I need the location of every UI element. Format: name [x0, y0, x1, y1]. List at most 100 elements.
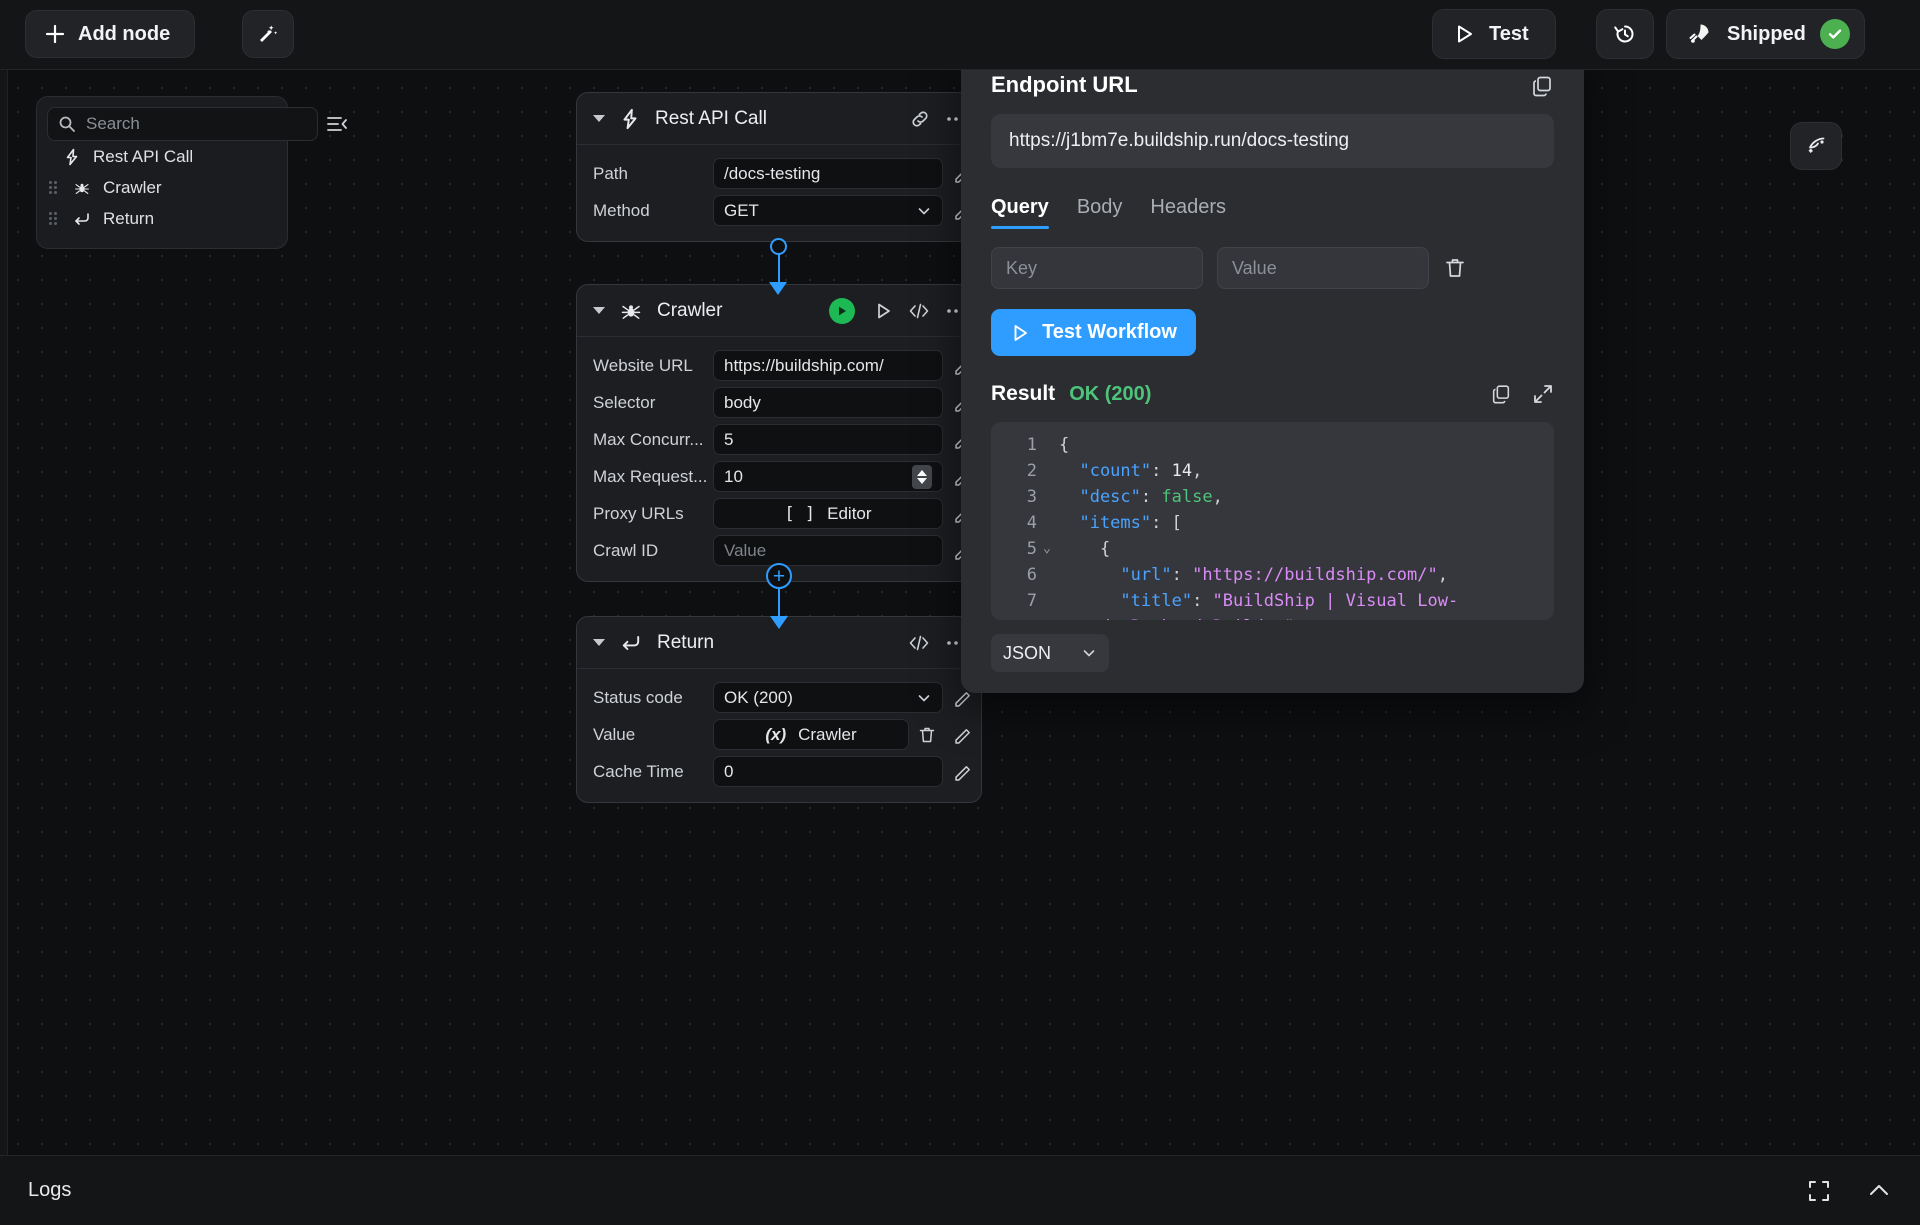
query-value-input[interactable]: Value — [1217, 247, 1429, 289]
code-icon[interactable] — [907, 301, 931, 321]
result-format-select[interactable]: JSON — [991, 634, 1109, 672]
status-code-select[interactable]: OK (200) — [713, 682, 943, 713]
search-input[interactable] — [86, 114, 307, 134]
line-number: 7 — [1026, 591, 1037, 611]
website-url-input[interactable]: https://buildship.com/ — [713, 350, 943, 381]
copy-icon[interactable] — [1490, 383, 1512, 405]
magic-wand-button[interactable] — [242, 10, 294, 58]
value-variable-chip[interactable]: (x) Crawler — [713, 719, 909, 750]
field-row-path: Path /docs-testing — [577, 155, 981, 192]
node-return[interactable]: Return Status code OK (200) Value (x) Cr… — [576, 616, 982, 803]
play-icon — [1010, 323, 1030, 343]
logs-bar: Logs — [0, 1155, 1920, 1225]
field-label: Method — [593, 200, 650, 220]
collapse-caret-icon[interactable] — [593, 307, 605, 314]
endpoint-test-panel: Endpoint URL https://j1bm7e.buildship.ru… — [961, 48, 1584, 693]
code-line: 1{ — [991, 432, 1554, 458]
quantity-stepper[interactable] — [912, 464, 932, 489]
palette-item-rest-api-call[interactable]: Rest API Call — [37, 141, 287, 172]
field-label: Cache Time — [593, 761, 684, 781]
drag-handle-icon[interactable] — [49, 212, 61, 225]
play-icon[interactable] — [873, 301, 893, 321]
collapse-caret-icon[interactable] — [593, 115, 605, 122]
shipped-button[interactable]: Shipped — [1666, 9, 1865, 59]
edit-pencil-icon[interactable] — [945, 719, 981, 750]
crawl-id-input[interactable]: Value — [713, 535, 943, 566]
selector-input[interactable]: body — [713, 387, 943, 418]
add-node-inline-button[interactable]: + — [766, 563, 792, 589]
max-concurrency-input[interactable]: 5 — [713, 424, 943, 455]
result-label: Result — [991, 382, 1056, 405]
add-node-label: Add node — [78, 22, 171, 45]
run-green-icon[interactable] — [829, 297, 855, 324]
search-icon — [58, 115, 76, 133]
palette-item-label: Return — [103, 208, 155, 228]
method-select[interactable]: GET — [713, 195, 943, 226]
lightning-bolt-icon — [619, 108, 641, 130]
query-key-input[interactable]: Key — [991, 247, 1203, 289]
test-workflow-button[interactable]: Test Workflow — [991, 309, 1196, 356]
code-text: "items": [ — [1059, 513, 1182, 533]
line-number: 2 — [1026, 461, 1037, 481]
palette-item-return[interactable]: Return — [37, 203, 287, 234]
max-requests-input[interactable]: 10 — [713, 461, 943, 492]
node-body: Website URL https://buildship.com/ Selec… — [577, 337, 981, 581]
chevron-down-icon — [916, 690, 932, 706]
delete-value-button[interactable] — [909, 719, 945, 750]
path-input[interactable]: /docs-testing — [713, 158, 943, 189]
history-button[interactable] — [1596, 9, 1654, 59]
trash-icon[interactable] — [1443, 256, 1467, 280]
tab-body[interactable]: Body — [1077, 196, 1123, 229]
palette-item-crawler[interactable]: Crawler — [37, 172, 287, 203]
chevron-up-icon[interactable] — [1866, 1178, 1892, 1204]
result-actions — [1490, 383, 1554, 405]
link-icon[interactable] — [909, 108, 931, 130]
connector-arrow-icon — [769, 282, 787, 295]
top-toolbar: Add node Test Shipped — [0, 0, 1920, 70]
collapse-list-icon[interactable] — [326, 114, 348, 134]
tab-headers[interactable]: Headers — [1150, 196, 1226, 229]
field-row-cache-time: Cache Time 0 — [577, 753, 981, 790]
field-row-max-requests: Max Request... 10 — [577, 458, 981, 495]
cache-time-input[interactable]: 0 — [713, 756, 943, 787]
code-text: { — [1059, 435, 1070, 455]
chevron-down-icon — [916, 203, 932, 219]
drag-handle-icon[interactable] — [49, 181, 61, 194]
code-text: { — [1059, 539, 1111, 559]
code-line: 3 "desc": false, — [991, 484, 1554, 510]
fullscreen-icon[interactable] — [1806, 1178, 1832, 1204]
test-workflow-label: Test Workflow — [1042, 321, 1177, 343]
line-number: 1 — [1026, 435, 1037, 455]
code-icon[interactable] — [907, 633, 931, 653]
node-crawler[interactable]: Crawler Website URL https://buildship.co… — [576, 284, 982, 582]
connector-handle[interactable] — [770, 238, 787, 255]
proxy-urls-editor-button[interactable]: [ ] Editor — [713, 498, 943, 529]
field-label: Path — [593, 163, 628, 183]
endpoint-url-field[interactable]: https://j1bm7e.buildship.run/docs-testin… — [991, 114, 1554, 168]
tab-query[interactable]: Query — [991, 196, 1049, 229]
test-button[interactable]: Test — [1432, 9, 1556, 59]
line-number: 5 — [1026, 539, 1037, 559]
search-box[interactable] — [47, 107, 318, 141]
expand-icon[interactable] — [1532, 383, 1554, 405]
pen-tool-button[interactable] — [1790, 122, 1842, 170]
code-line: 2 "count": 14, — [991, 458, 1554, 484]
collapse-caret-icon[interactable] — [593, 639, 605, 646]
code-line: 7 "title": "BuildShip | Visual Low- — [991, 588, 1554, 614]
magic-wand-icon — [256, 22, 280, 46]
code-text: "count": 14, — [1059, 461, 1203, 481]
variable-label: Crawler — [798, 724, 857, 744]
fold-chevron-icon[interactable]: ⌄ — [1043, 536, 1059, 562]
add-node-button[interactable]: Add node — [25, 10, 196, 58]
logs-label: Logs — [28, 1179, 72, 1201]
node-rest-api-call[interactable]: Rest API Call Path /docs-testing Method … — [576, 92, 982, 242]
palette-item-label: Rest API Call — [93, 146, 194, 166]
copy-icon[interactable] — [1530, 74, 1554, 98]
field-label: Max Concurr... — [593, 429, 704, 449]
result-code-viewer[interactable]: 1{2 "count": 14, 3 "desc": false, 4 "items… — [991, 422, 1554, 620]
variable-icon: (x) — [765, 724, 787, 744]
edit-pencil-icon[interactable] — [945, 756, 981, 787]
